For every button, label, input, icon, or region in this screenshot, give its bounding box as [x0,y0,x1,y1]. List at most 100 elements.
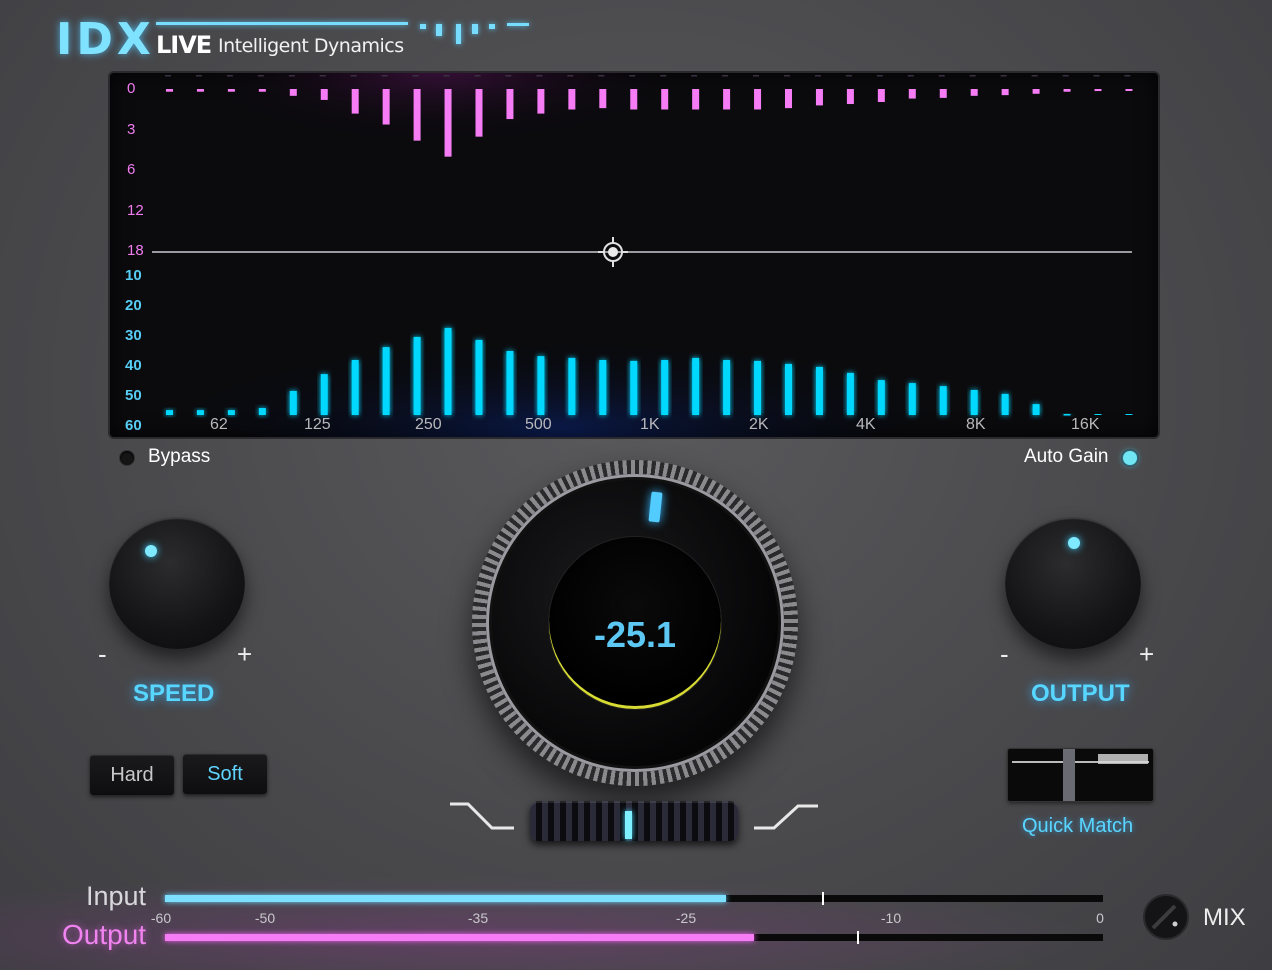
level-bar [196,410,204,415]
band-tick [505,75,512,77]
band-tick [443,75,450,77]
freq-tick-label: 125 [304,416,331,433]
level-tick-label: 10 [125,267,142,284]
gr-bar [599,89,607,109]
bypass-toggle[interactable] [120,451,134,465]
gr-bar [692,89,700,110]
band-tick [722,75,729,77]
level-tick-label: 60 [125,417,142,434]
threshold-handle-icon [598,237,628,267]
logo-decoration-line [156,22,408,25]
band-tick [814,75,821,77]
input-meter [165,892,1103,905]
knee-wheel[interactable] [530,801,738,841]
speed-knob-indicator [145,545,157,557]
band-tick [629,75,636,77]
gr-bar [1125,89,1133,91]
gr-tick-label: 0 [127,80,136,97]
input-peak-marker [822,892,825,905]
level-bar [537,356,545,415]
level-bar [444,327,452,415]
band-tick [691,75,698,77]
speed-knob[interactable] [109,517,245,649]
output-peak-marker [856,931,859,944]
band-tick [536,75,543,77]
level-bar [785,363,792,415]
hard-knee-button[interactable]: Hard [90,755,174,795]
band-tick [876,75,883,77]
band-tick [938,75,945,77]
band-tick [845,75,852,77]
band-tick [1031,75,1038,77]
level-bar [877,380,885,415]
auto-gain-toggle[interactable] [1123,451,1137,465]
band-tick [753,75,760,77]
level-bar [382,347,390,415]
level-tick-label: 20 [125,297,142,314]
band-tick [381,75,388,77]
level-bar [289,390,297,415]
gr-bar [1001,89,1009,96]
level-bar [413,336,421,415]
level-glow [140,283,980,437]
logo-decoration-dash [420,24,426,29]
gr-bar [289,89,297,96]
logo-decoration-dash [436,24,442,36]
speed-plus-label: + [237,639,253,669]
mix-knob[interactable] [1143,894,1189,940]
gr-bar [630,89,638,110]
level-bar [506,351,514,415]
output-title: OUTPUT [1031,680,1130,707]
level-bar [1001,393,1009,415]
freq-tick-label: 1K [640,416,660,433]
band-tick [567,75,574,77]
level-bar [568,357,576,415]
meter-scale-label: -60 [150,910,172,926]
meter-scale-label: -10 [880,910,902,926]
soft-knee-button[interactable]: Soft [183,754,267,794]
bypass-label[interactable]: Bypass [148,446,210,468]
auto-gain-label[interactable]: Auto Gain [1024,446,1109,468]
level-bar [599,360,607,415]
spectrum-display[interactable]: 0 3 6 12 18 10 20 30 40 50 60 62 125 250… [110,73,1158,437]
logo-decoration-dash [456,24,461,44]
band-tick [598,75,605,77]
band-tick [288,75,295,77]
level-bar [166,410,173,415]
logo-decoration-dash [507,23,529,26]
gr-bar [475,89,483,137]
output-meter [165,931,1103,944]
band-tick [412,75,419,77]
level-bar [692,357,700,415]
level-bar [723,360,731,415]
output-knob[interactable] [1005,517,1141,649]
meters-glow [0,860,1272,970]
gr-bar [382,89,390,125]
level-bar [970,390,978,415]
quick-match-switch[interactable] [1008,749,1153,801]
output-minus-label: - [1000,639,1009,669]
gr-bar [785,89,792,109]
band-tick [660,75,667,77]
mix-label: MIX [1203,904,1246,931]
freq-tick-label: 500 [525,416,552,433]
meter-scale-label: 0 [1096,910,1104,926]
hard-knee-curve-icon [450,802,514,830]
gr-tick-label: 3 [127,121,136,138]
quick-match-label[interactable]: Quick Match [1022,815,1133,838]
level-bar [1063,414,1071,416]
gr-bar [877,89,885,102]
band-tick [1093,75,1100,77]
threshold-knob[interactable]: -25.1 [472,460,798,786]
level-tick-label: 40 [125,357,142,374]
threshold-indicator [648,491,663,523]
level-bar [320,374,328,415]
freq-tick-label: 2K [749,416,769,433]
level-bar [846,372,854,415]
gr-bar [846,89,854,105]
level-bar [1094,414,1102,415]
product-subtitle: Intelligent Dynamics [218,35,404,57]
output-meter-fill [165,934,754,941]
gr-bar [1094,89,1102,92]
quick-match-handle[interactable] [1063,749,1075,801]
